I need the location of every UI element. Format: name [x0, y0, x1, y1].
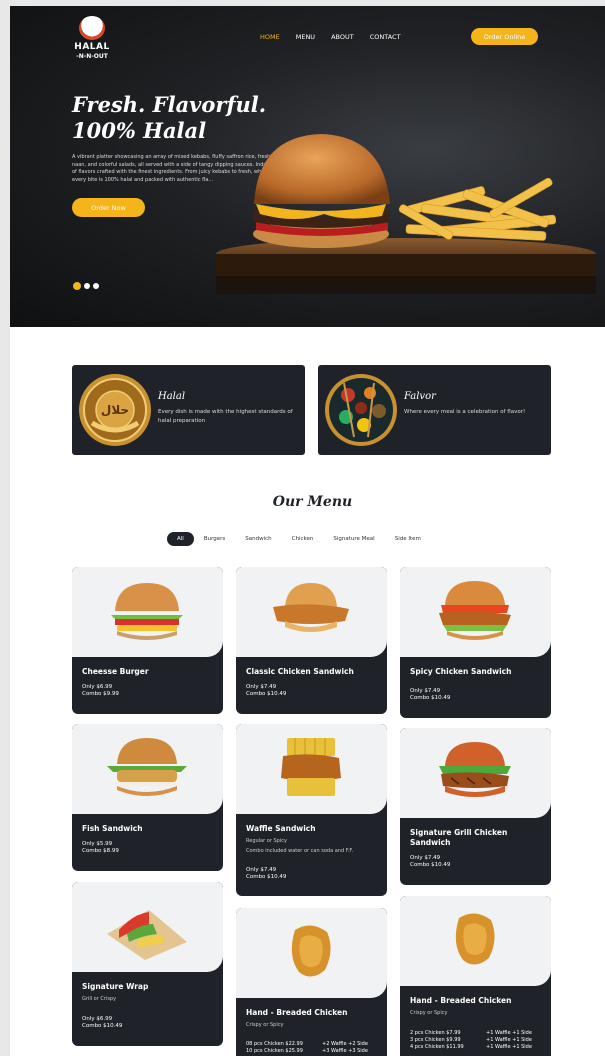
feature-card-flavor: Falvor Where every meal is a celebration… [318, 365, 551, 455]
card-subtitle: Crispy or Spicy [246, 1022, 284, 1028]
cheeseburger-icon [111, 583, 183, 640]
card-subtitle: Crispy or Spicy [410, 1010, 448, 1016]
card-subtitle: Grill or Crispy [82, 996, 117, 1002]
menu-card-hand-breaded-chicken-2[interactable]: Hand - Breaded Chicken Crispy or Spicy 2… [400, 896, 551, 1056]
card-price-only: Only $7.49 [246, 867, 277, 873]
card-name: Signature Wrap [82, 982, 149, 991]
tab-signature-meal[interactable]: Signature Meal [323, 532, 384, 546]
feature-title-flavor: Falvor [404, 391, 436, 402]
menu-card-spicy-chicken-sandwich[interactable]: Spicy Chicken Sandwich Only $7.49 Combo … [400, 567, 551, 718]
main-nav: HOME MENU ABOUT CONTACT [260, 33, 401, 41]
page: HALAL -N-N-OUT HOME MENU ABOUT CONTACT O… [10, 6, 605, 1056]
halal-guarantee-badge-icon: حلال [79, 374, 151, 446]
card-price-grid: 2 pcs Chicken $7.99 +1 Waffle +1 Side 3 … [410, 1030, 532, 1050]
card-name: Signature Grill Chicken Sandwich [410, 828, 508, 847]
svg-text:حلال: حلال [101, 403, 129, 417]
waffle-sandwich-icon [281, 738, 341, 796]
card-price-combo: Combo $9.99 [82, 691, 119, 697]
carousel-dot-1[interactable] [73, 282, 81, 290]
fried-chicken-icon [291, 925, 331, 977]
nav-contact[interactable]: CONTACT [370, 33, 401, 41]
card-name: Fish Sandwich [82, 824, 143, 833]
tab-sandwich[interactable]: Sandwich [235, 532, 281, 546]
carousel-dot-2[interactable] [84, 283, 90, 289]
card-name: Hand - Breaded Chicken [246, 1008, 348, 1017]
chicken-sandwich-icon [273, 583, 349, 632]
chicken-mascot-icon [79, 16, 105, 40]
card-price-combo: Combo $10.49 [410, 695, 451, 701]
tab-side-item[interactable]: Side Item [385, 532, 431, 546]
card-name: Spicy Chicken Sandwich [410, 667, 512, 676]
card-name: Classic Chicken Sandwich [246, 667, 354, 676]
grill-chicken-sandwich-icon [439, 742, 511, 797]
nav-home[interactable]: HOME [260, 33, 280, 41]
card-price-combo: Combo $10.49 [410, 862, 451, 868]
card-price-only: Only $7.49 [246, 684, 277, 690]
fried-chicken-icon [455, 913, 495, 965]
tab-burgers[interactable]: Burgers [194, 532, 235, 546]
feature-desc-flavor: Where every meal is a celebration of fla… [404, 409, 526, 415]
feature-title-halal: Halal [158, 391, 186, 402]
hero-section: HALAL -N-N-OUT HOME MENU ABOUT CONTACT O… [10, 6, 605, 327]
fish-sandwich-icon [107, 738, 187, 796]
card-price-combo: Combo $10.49 [246, 874, 287, 880]
menu-card-signature-wrap[interactable]: Signature Wrap Grill or Crispy Only $6.9… [72, 882, 223, 1046]
menu-card-hand-breaded-chicken-1[interactable]: Hand - Breaded Chicken Crispy or Spicy 0… [236, 908, 387, 1056]
spicy-chicken-sandwich-icon [439, 581, 511, 640]
feature-card-halal: حلال Halal Every dish is made with the h… [72, 365, 305, 455]
order-online-button[interactable]: Order Online [471, 28, 538, 45]
card-price-only: Only $6.99 [82, 684, 113, 690]
menu-card-signature-grill-chicken[interactable]: Signature Grill Chicken Sandwich Only $7… [400, 728, 551, 885]
menu-card-cheese-burger[interactable]: Cheesse Burger Only $6.99 Combo $9.99 [72, 567, 223, 714]
feature-desc-halal: Every dish is made with the highest stan… [158, 409, 293, 424]
brand-logo[interactable]: HALAL -N-N-OUT [72, 16, 112, 66]
card-price-grid: 08 pcs Chicken $22.99 +2 Waffle +2 Side … [246, 1041, 368, 1054]
card-price-only: Only $7.49 [410, 688, 441, 694]
tab-all[interactable]: All [167, 532, 194, 546]
brand-line2: -N-N-OUT [76, 53, 108, 60]
menu-title: Our Menu [272, 494, 353, 510]
card-name: Cheesse Burger [82, 667, 149, 676]
card-name: Hand - Breaded Chicken [410, 996, 512, 1005]
menu-tabs: All Burgers Sandwich Chicken Signature M… [167, 532, 431, 546]
card-price-only: Only $6.99 [82, 1016, 113, 1022]
card-price-combo: Combo $8.99 [82, 848, 119, 854]
spices-bowl-icon [325, 374, 397, 446]
nav-about[interactable]: ABOUT [331, 33, 354, 41]
nav-menu[interactable]: MENU [296, 33, 315, 41]
card-name: Waffle Sandwich [246, 824, 316, 833]
card-price-combo: Combo $10.49 [82, 1023, 123, 1029]
card-price-only: Only $7.49 [410, 855, 441, 861]
hero-carousel-dots [73, 282, 99, 290]
card-price-only: Only $5.99 [82, 841, 113, 847]
menu-card-classic-chicken-sandwich[interactable]: Classic Chicken Sandwich Only $7.49 Comb… [236, 567, 387, 714]
carousel-dot-3[interactable] [93, 283, 99, 289]
tab-chicken[interactable]: Chicken [282, 532, 324, 546]
menu-card-waffle-sandwich[interactable]: Waffle Sandwich Regular or Spicy Combo i… [236, 724, 387, 896]
brand-line1: HALAL [74, 42, 110, 52]
burger-and-fries-image [216, 134, 596, 294]
card-price-combo: Combo $10.49 [246, 691, 287, 697]
order-now-button[interactable]: Order Now [72, 198, 145, 217]
card-subtitle: Regular or Spicy [246, 838, 287, 844]
menu-card-fish-sandwich[interactable]: Fish Sandwich Only $5.99 Combo $8.99 [72, 724, 223, 871]
card-note: Combo included water or can soda and F.F… [246, 848, 354, 854]
wrap-icon [107, 910, 187, 960]
